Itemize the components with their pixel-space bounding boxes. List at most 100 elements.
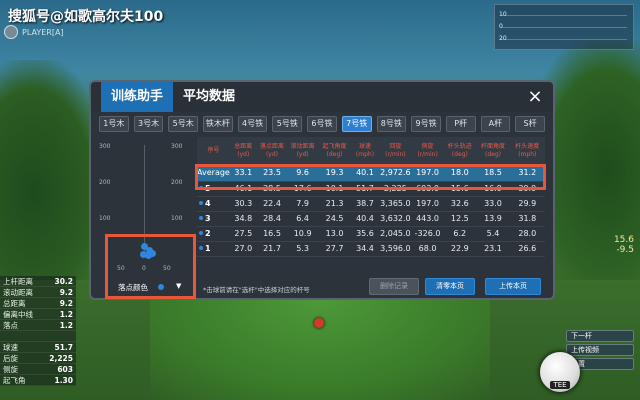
stat-row: 起飞角 1.30 [0,375,76,386]
table-cell: 5.4 [476,226,510,242]
stat-value: 1.2 [59,310,73,319]
column-header: 回旋(r/min) [378,137,412,165]
next-shot-button[interactable]: 下一杆 [566,330,634,342]
table-row[interactable]: 2 27.5 16.5 10.9 13.0 35.6 2,045.0 -326.0 6.2 5.4… [197,226,545,242]
stat-value: 2,225 [49,354,73,363]
table-cell: 29.9 [509,196,545,212]
minimap-line [501,27,627,28]
shot-dot-icon [199,216,203,220]
golf-ball-icon[interactable]: TEE [540,352,580,392]
minimap-line [501,15,627,16]
y-tick: 100 [171,215,183,222]
club-tab[interactable]: 5号木 [168,116,199,132]
table-cell: -326.0 [411,226,444,242]
hint-text: *击球前请在"选杆"中选择对应的杆号 [203,286,310,294]
delete-record-button[interactable]: 删除记录 [369,278,419,295]
upload-video-button[interactable]: 上传视频 [566,344,634,356]
club-tab[interactable]: 3号木 [133,116,164,132]
table-cell: 68.0 [411,241,444,257]
minimap-line [501,39,627,40]
dot-color-label: 落点颜色 [118,283,148,292]
stat-value: 9.2 [59,288,73,297]
dot-color-swatch[interactable] [158,284,164,290]
shot-dot-icon [199,201,203,205]
stat-label: 球速 [3,343,18,352]
shot-number: 2 [205,228,211,238]
stat-row: 后旋 2,225 [0,353,76,364]
table-row[interactable]: 4 30.3 22.4 7.9 21.3 38.7 3,365.0 197.0 32.6 33.0… [197,196,545,212]
table-cell: 34.4 [351,241,379,257]
table-cell: 3,596.0 [378,241,412,257]
table-cell: 443.0 [411,211,444,227]
club-tab[interactable]: 5号铁 [272,116,303,132]
table-row[interactable]: 3 34.8 28.4 6.4 24.5 40.4 3,632.0 443.0 12.5 13.9… [197,211,545,227]
stat-row: 上杆距离 30.2 [0,276,76,287]
club-tab[interactable]: 6号铁 [307,116,337,132]
column-header: 总距离(yd) [229,137,257,165]
club-tab[interactable]: 7号铁 [341,116,372,132]
column-header: 起飞角度(deg) [317,137,352,165]
stat-value: 603 [57,365,73,374]
table-cell: 21.7 [256,241,288,257]
y-tick: 300 [171,143,183,150]
club-tab[interactable]: S杆 [515,116,545,132]
club-tab[interactable]: 1号木 [99,116,129,132]
club-tab[interactable]: 4号铁 [237,116,268,132]
table-cell: 23.1 [476,241,510,257]
stat-row [0,331,76,342]
close-icon[interactable]: × [525,87,545,107]
table-cell: 27.0 [229,241,257,257]
table-cell: 38.7 [351,196,379,212]
stat-label: 落点 [3,321,18,330]
table-cell: 26.6 [509,241,545,257]
chevron-down-icon[interactable]: ▼ [176,282,181,290]
dialog-header: 训练助手 平均数据 × [91,82,553,112]
clear-page-button[interactable]: 清零本页 [425,278,475,295]
stat-value: 9.2 [59,299,73,308]
table-cell: 33.0 [476,196,510,212]
y-tick: 200 [171,179,183,186]
column-header: 杆头速度(mph) [509,137,545,165]
column-header: 杆头轨迹(deg) [443,137,477,165]
shot-dot-icon [199,246,203,250]
table-cell: 2,045.0 [378,226,412,242]
stat-value: 15.6 [613,235,634,245]
table-cell: 21.3 [317,196,352,212]
shot-stats-panel: 上杆距离 30.2 滚动距离 9.2 总距离 9.2 偏离中线 1.2 落点 1.2 球速 51.7 后… [0,276,76,386]
y-tick: 100 [99,215,111,222]
table-cell: 16.5 [256,226,288,242]
stat-row: 侧旋 603 [0,364,76,375]
minimap-value: 20 [499,35,507,42]
player-name: PLAYER[A] [22,27,64,37]
tab-training-assistant[interactable]: 训练助手 [101,82,174,112]
table-cell: 10.9 [287,226,318,242]
table-cell: 197.0 [411,196,444,212]
club-tab[interactable]: P杆 [445,116,476,132]
watermark: 搜狐号@如歌高尔夫100 [8,9,164,25]
upload-page-button[interactable]: 上传本页 [485,278,541,295]
stat-value: -9.5 [616,245,634,255]
table-cell: 6.4 [287,211,318,227]
column-header: 落点距离(yd) [256,137,288,165]
club-tab[interactable]: A杆 [480,116,511,132]
shot-index: 3 [197,211,230,227]
stat-label: 总距离 [3,299,26,308]
stat-label: 起飞角 [3,376,26,385]
stat-value: 1.2 [59,321,73,330]
stat-row: 总距离 9.2 [0,298,76,309]
table-row[interactable]: 1 27.0 21.7 5.3 27.7 34.4 3,596.0 68.0 22.9 23.1 2… [197,241,545,257]
column-header: 序号 [197,137,230,165]
club-tab[interactable]: 9号铁 [411,116,441,132]
tab-average-data[interactable]: 平均数据 [173,82,245,112]
table-cell: 27.7 [317,241,352,257]
minimap-value: 10 [499,11,507,18]
shot-number: 3 [205,213,211,223]
table-cell: 31.8 [509,211,545,227]
minimap[interactable]: 10 0 20 [494,4,634,50]
shot-index: 2 [197,226,230,242]
table-cell: 28.0 [509,226,545,242]
club-tab[interactable]: 铁木杆 [203,116,233,132]
club-tab[interactable]: 8号铁 [376,116,407,132]
ball-marker [314,318,324,328]
table-cell: 34.8 [229,211,257,227]
